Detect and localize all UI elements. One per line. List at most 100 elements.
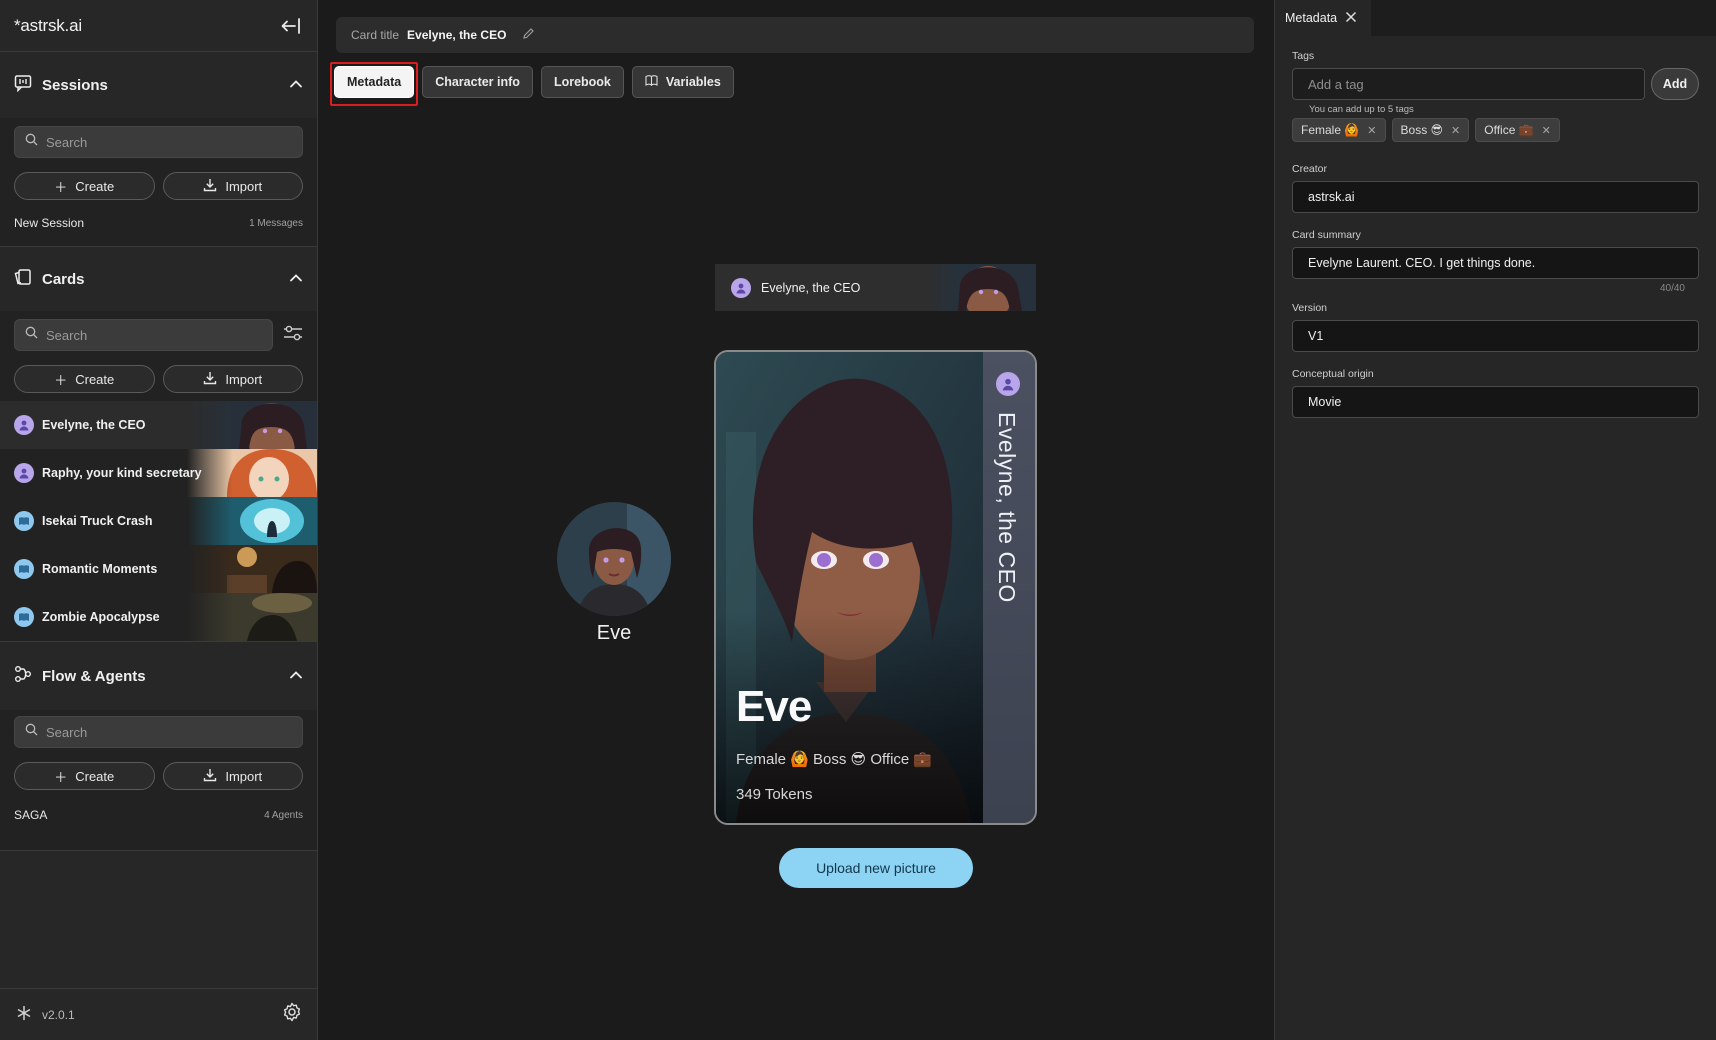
remove-tag-icon[interactable]: ✕ — [1542, 124, 1551, 137]
user-icon — [996, 372, 1020, 396]
card-list-item[interactable]: Zombie Apocalypse — [0, 593, 317, 641]
card-list-item[interactable]: Isekai Truck Crash — [0, 497, 317, 545]
origin-field[interactable]: Movie — [1292, 386, 1699, 418]
cards-body: ＋Create Import Evelyne, the CEO Raphy, y… — [0, 311, 317, 641]
book-icon — [14, 559, 34, 579]
sessions-title: Sessions — [42, 76, 108, 94]
card-spine: Evelyne, the CEO — [983, 352, 1035, 823]
flows-title: Flow & Agents — [42, 667, 146, 685]
version-field[interactable]: V1 — [1292, 320, 1699, 352]
card-list-item[interactable]: Romantic Moments — [0, 545, 317, 593]
flow-item[interactable]: SAGA 4 Agents — [0, 790, 317, 840]
create-flow-button[interactable]: ＋ Create — [14, 762, 155, 790]
chevron-up-icon[interactable] — [289, 270, 303, 288]
add-tag-button[interactable]: Add — [1651, 68, 1699, 100]
book-open-icon — [645, 75, 658, 89]
summary-field[interactable]: Evelyne Laurent. CEO. I get things done. — [1292, 247, 1699, 279]
create-card-button[interactable]: ＋ Create — [14, 365, 155, 393]
panel-tab-metadata[interactable]: Metadata — [1275, 0, 1372, 36]
plus-icon: ＋ — [54, 372, 68, 388]
card-list-item[interactable]: Evelyne, the CEO — [0, 401, 317, 449]
tab-lorebook[interactable]: Lorebook — [540, 66, 624, 98]
card-thumbnail — [187, 545, 317, 593]
sessions-search[interactable] — [14, 126, 303, 158]
session-item[interactable]: New Session 1 Messages — [0, 200, 317, 246]
tag-input-box[interactable] — [1292, 68, 1645, 100]
sidebar-footer: v2.0.1 — [0, 988, 318, 1040]
card-list-item[interactable]: Raphy, your kind secretary — [0, 449, 317, 497]
chevron-up-icon[interactable] — [289, 76, 303, 94]
cards-search-input[interactable] — [46, 327, 262, 343]
cards-icon — [14, 268, 32, 290]
tag-chip: Boss 😎 ✕ — [1391, 118, 1470, 142]
user-icon — [14, 415, 34, 435]
tag-chips: Female 🙆 ✕ Boss 😎 ✕ Office 💼 ✕ — [1292, 118, 1699, 142]
mini-card-preview: Evelyne, the CEO — [715, 264, 1036, 311]
flow-icon — [14, 665, 32, 687]
tab-variables[interactable]: Variables — [631, 66, 734, 98]
card-editor: Card title Evelyne, the CEO Metadata Cha… — [319, 0, 1273, 1040]
mini-card-name: Evelyne, the CEO — [761, 280, 861, 295]
flows-search-input[interactable] — [46, 724, 292, 740]
filter-icon[interactable] — [283, 324, 303, 347]
collapse-sidebar-icon[interactable] — [279, 14, 303, 38]
card-tags: Female 🙆 Boss 😎 Office 💼 — [736, 751, 933, 768]
flows-section-header[interactable]: Flow & Agents — [0, 642, 317, 710]
close-icon[interactable] — [1345, 11, 1357, 26]
upload-picture-button[interactable]: Upload new picture — [779, 848, 973, 888]
download-icon — [203, 768, 217, 785]
version-label: Version — [1292, 302, 1328, 314]
sessions-section-header[interactable]: Sessions — [0, 52, 317, 118]
sidebar-header: *astrsk.ai — [0, 0, 317, 52]
sessions-body: ＋Create Import New Session 1 Messages — [0, 118, 317, 246]
card-character-name: Eve — [736, 682, 812, 731]
gear-icon[interactable] — [282, 1002, 302, 1027]
summary-counter: 40/40 — [1659, 283, 1685, 294]
remove-tag-icon[interactable]: ✕ — [1451, 124, 1460, 137]
tag-input[interactable] — [1308, 76, 1629, 92]
download-icon — [203, 178, 217, 195]
flows-body: ＋Create Import SAGA 4 Agents — [0, 710, 317, 850]
book-icon — [14, 607, 34, 627]
character-card-preview: Evelyne, the CEO Eve Female 🙆 Boss 😎 Off… — [714, 350, 1037, 825]
mini-card-thumbnail — [926, 264, 1036, 311]
chevron-up-icon[interactable] — [289, 667, 303, 685]
card-spine-title: Evelyne, the CEO — [994, 412, 1020, 603]
flows-search[interactable] — [14, 716, 303, 748]
editor-tabs: Metadata Character info Lorebook Variabl… — [330, 62, 734, 106]
cards-section-header[interactable]: Cards — [0, 247, 317, 311]
creator-field[interactable]: astrsk.ai — [1292, 181, 1699, 213]
card-thumbnail — [187, 401, 317, 449]
card-title-label: Card title — [351, 28, 400, 42]
create-session-button[interactable]: ＋ Create — [14, 172, 155, 200]
tag-chip: Female 🙆 ✕ — [1292, 118, 1386, 142]
download-icon — [203, 371, 217, 388]
import-card-button[interactable]: Import — [162, 365, 303, 393]
import-flow-button[interactable]: Import — [162, 762, 303, 790]
remove-tag-icon[interactable]: ✕ — [1367, 124, 1376, 137]
cards-search[interactable] — [14, 319, 273, 351]
sessions-search-input[interactable] — [46, 134, 292, 150]
tag-chip: Office 💼 ✕ — [1475, 118, 1560, 142]
search-icon — [25, 723, 38, 741]
search-icon — [25, 133, 38, 151]
card-thumbnail — [187, 497, 317, 545]
cards-title: Cards — [42, 270, 85, 288]
card-token-count: 349 Tokens — [736, 786, 813, 803]
import-session-button[interactable]: Import — [162, 172, 303, 200]
tags-hint: You can add up to 5 tags — [1309, 104, 1414, 115]
creator-label: Creator — [1292, 163, 1328, 175]
character-avatar — [557, 502, 671, 616]
metadata-panel: Metadata Tags Add You can add up to 5 ta… — [1274, 0, 1716, 1040]
tab-character-info[interactable]: Character info — [422, 66, 533, 98]
character-avatar-name: Eve — [596, 622, 632, 644]
plus-icon: ＋ — [54, 769, 68, 785]
book-icon — [14, 511, 34, 531]
sidebar: *astrsk.ai Sessions ＋Create Import New S… — [0, 0, 318, 1040]
pencil-icon[interactable] — [522, 27, 535, 43]
panel-tabbar: Metadata — [1275, 0, 1716, 36]
search-icon — [25, 326, 38, 344]
app-version: v2.0.1 — [42, 1007, 75, 1022]
card-thumbnail — [187, 593, 317, 641]
tab-metadata[interactable]: Metadata — [330, 62, 418, 106]
